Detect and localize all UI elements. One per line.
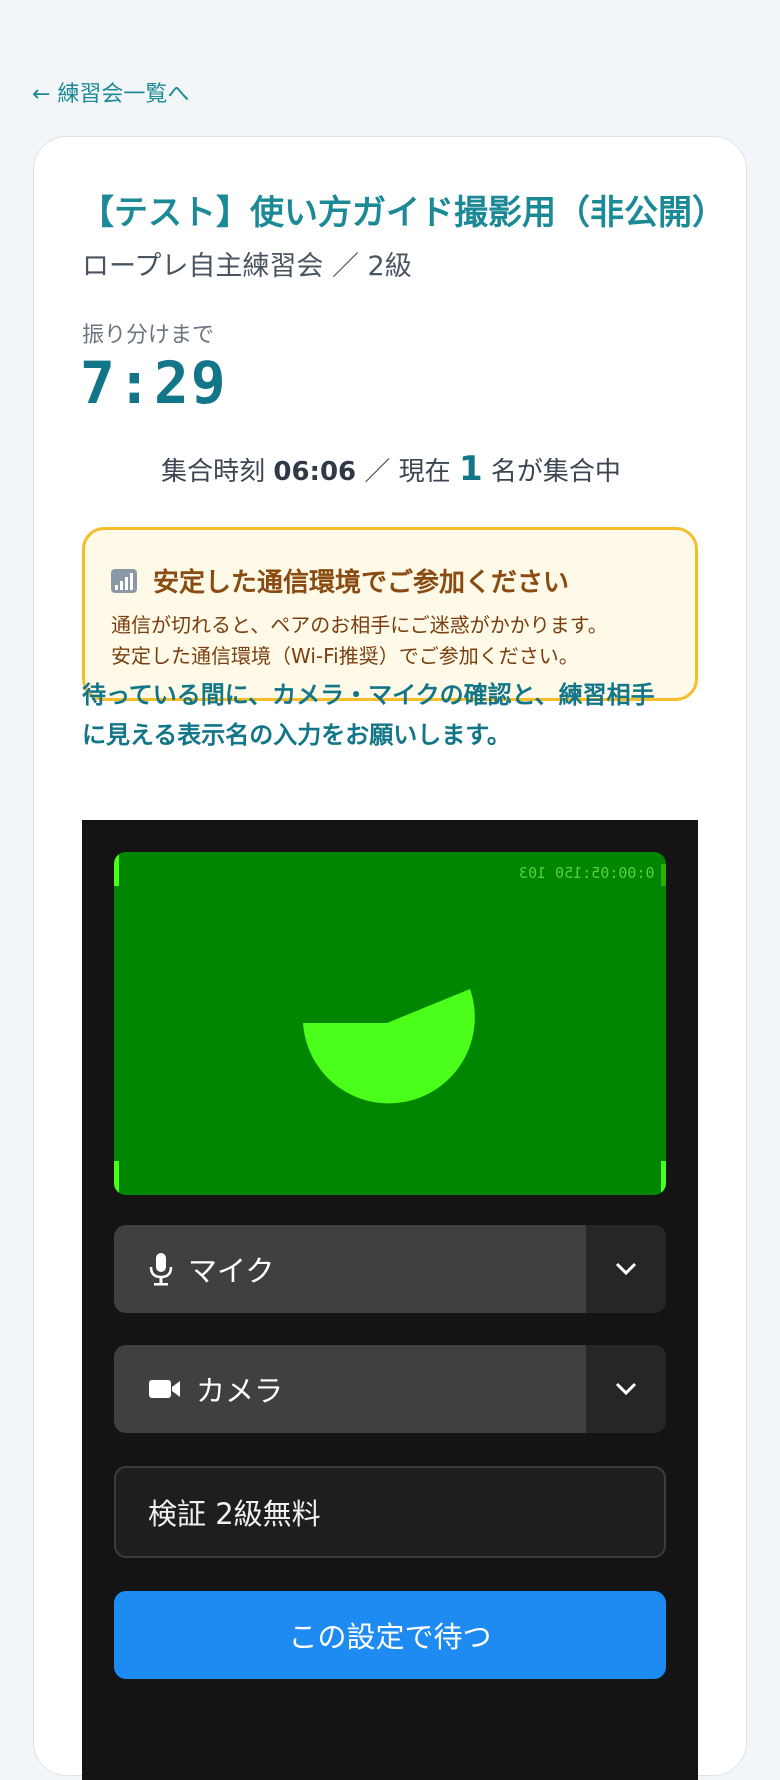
setup-instruction: 待っている間に、カメラ・マイクの確認と、練習相手 に見える表示名の入力をお願いし… <box>82 675 702 755</box>
event-subtitle: ロープレ自主練習会 ／ 2級 <box>82 251 412 282</box>
gather-separator: ／ 現在 <box>364 457 451 487</box>
camera-select-label: カメラ <box>196 1374 284 1408</box>
preview-corner-marker <box>661 1161 666 1195</box>
device-setup-panel: 0:00:05:150 103 マイク カメラ 検証 2級無料 この設定で待つ <box>82 820 698 1780</box>
notice-body: 通信が切れると、ペアのお相手にご迷惑がかかります。 安定した通信環境（Wi-Fi… <box>111 610 681 672</box>
notice-heading: 安定した通信環境でご参加ください <box>153 568 570 598</box>
microphone-select-label: マイク <box>188 1254 275 1288</box>
gather-count-suffix: 名が集合中 <box>490 457 621 487</box>
video-camera-icon <box>148 1377 182 1401</box>
microphone-icon <box>148 1252 174 1286</box>
preview-corner-marker <box>661 864 666 886</box>
camera-preview: 0:00:05:150 103 <box>114 852 666 1195</box>
preview-corner-marker <box>114 852 119 886</box>
gathering-status: 集合時刻 06:06 ／ 現在 1 名が集合中 <box>34 449 748 489</box>
wait-with-settings-button[interactable]: この設定で待つ <box>114 1591 666 1679</box>
instruction-line: に見える表示名の入力をお願いします。 <box>82 721 511 749</box>
notice-line: 通信が切れると、ペアのお相手にご迷惑がかかります。 <box>111 613 608 637</box>
waiting-room-card: 【テスト】使い方ガイド撮影用（非公開） ロープレ自主練習会 ／ 2級 振り分けま… <box>33 136 748 1780</box>
camera-select[interactable]: カメラ <box>114 1345 666 1433</box>
notice-heading-row: 安定した通信環境でご参加ください <box>111 562 569 599</box>
camera-dropdown-toggle[interactable] <box>586 1345 666 1433</box>
display-name-input[interactable] <box>114 1466 666 1558</box>
microphone-select[interactable]: マイク <box>114 1225 666 1313</box>
chevron-down-icon <box>615 1262 637 1276</box>
event-title: 【テスト】使い方ガイド撮影用（非公開） <box>80 193 726 233</box>
gather-time-label: 集合時刻 <box>161 457 266 487</box>
countdown-timer: 7:29 <box>80 349 228 417</box>
gather-time: 06:06 <box>273 457 357 487</box>
chevron-down-icon <box>615 1382 637 1396</box>
participant-count: 1 <box>458 449 483 489</box>
countdown-label: 振り分けまで <box>82 323 215 348</box>
preview-timecode: 0:00:05:150 103 <box>518 864 654 882</box>
notice-line: 安定した通信環境（Wi-Fi推奨）でご参加ください。 <box>111 644 579 668</box>
preview-corner-marker <box>114 1161 119 1195</box>
signal-icon <box>111 568 137 593</box>
test-pattern-pie <box>303 989 475 1104</box>
back-to-event-list-link[interactable]: ← 練習会一覧へ <box>32 76 189 108</box>
microphone-dropdown-toggle[interactable] <box>586 1225 666 1313</box>
instruction-line: 待っている間に、カメラ・マイクの確認と、練習相手 <box>82 681 655 709</box>
